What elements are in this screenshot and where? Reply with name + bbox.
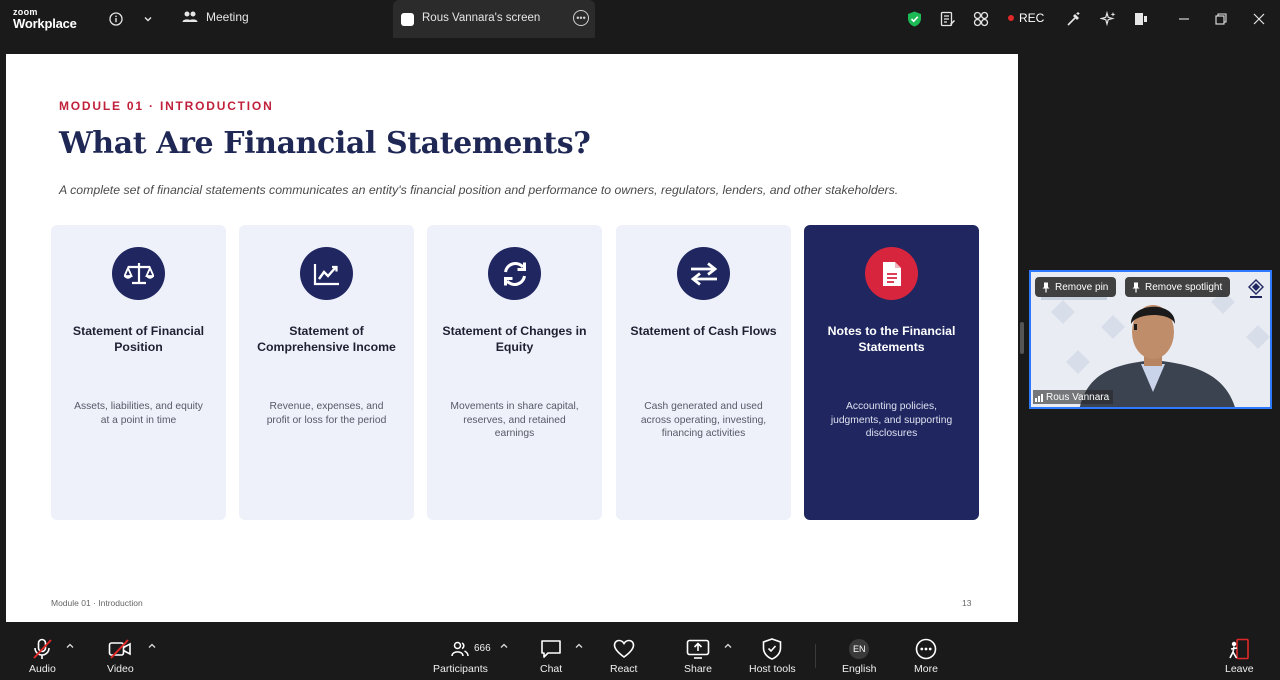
- shield-icon: [762, 637, 782, 661]
- language-badge: EN: [849, 639, 870, 659]
- share-options-caret-icon[interactable]: [724, 642, 732, 650]
- logo-large-text: Workplace: [13, 16, 77, 31]
- camera-off-icon: [108, 637, 132, 661]
- participants-options-caret-icon[interactable]: [500, 642, 508, 650]
- leave-icon: [1228, 637, 1250, 661]
- card-changes-in-equity: Statement of Changes in Equity Movements…: [427, 225, 602, 520]
- card-notes: Notes to the Financial Statements Accoun…: [804, 225, 979, 520]
- close-icon[interactable]: [1249, 9, 1269, 29]
- share-button[interactable]: Share: [684, 637, 712, 675]
- audio-label: Audio: [29, 663, 56, 675]
- annotate-icon[interactable]: [1064, 9, 1084, 29]
- audio-options-caret-icon[interactable]: [66, 642, 74, 650]
- card-title: Statement of Financial Position: [72, 324, 205, 354]
- refresh-icon: [488, 247, 541, 300]
- more-button[interactable]: More: [914, 637, 938, 675]
- video-label: Video: [107, 663, 134, 675]
- chat-label: Chat: [540, 663, 563, 675]
- share-screen-icon: [686, 637, 710, 661]
- more-icon: [915, 637, 937, 661]
- minimize-icon[interactable]: [1174, 9, 1194, 29]
- participants-label: Participants: [433, 663, 488, 675]
- chat-bubble-icon: [540, 637, 562, 661]
- card-title: Notes to the Financial Statements: [827, 324, 956, 354]
- language-label: English: [842, 663, 877, 675]
- remove-pin-button[interactable]: Remove pin: [1035, 277, 1117, 297]
- screen-tab-icon: [401, 13, 414, 26]
- chevron-down-icon[interactable]: [138, 9, 158, 29]
- card-description: Revenue, expenses, and profit or loss fo…: [266, 401, 387, 426]
- document-icon: [865, 247, 918, 300]
- card-financial-position: Statement of Financial Position Assets, …: [51, 225, 226, 520]
- zoom-workplace-logo: zoom Workplace: [13, 8, 77, 31]
- side-panel-icon[interactable]: [1131, 9, 1151, 29]
- recording-indicator[interactable]: REC: [1008, 11, 1044, 25]
- pin-icon: [1042, 282, 1050, 292]
- video-button[interactable]: Video: [107, 637, 134, 675]
- video-options-caret-icon[interactable]: [148, 642, 156, 650]
- screen-tab-label: Rous Vannara's screen: [422, 12, 541, 24]
- leave-button[interactable]: Leave: [1225, 637, 1254, 675]
- language-button[interactable]: EN English: [842, 637, 876, 675]
- card-description: Cash generated and used across operating…: [640, 401, 767, 440]
- shield-icon[interactable]: [904, 9, 924, 29]
- share-label: Share: [684, 663, 713, 675]
- exchange-arrows-icon: [677, 247, 730, 300]
- chat-button[interactable]: Chat: [540, 637, 562, 675]
- panel-resize-handle[interactable]: [1020, 322, 1024, 354]
- react-label: React: [610, 663, 638, 675]
- meeting-menu[interactable]: Meeting: [182, 10, 249, 24]
- scale-icon: [112, 247, 165, 300]
- host-tools-button[interactable]: Host tools: [749, 637, 796, 675]
- trend-chart-icon: [300, 247, 353, 300]
- audio-button[interactable]: Audio: [29, 637, 56, 675]
- remove-spotlight-label: Remove spotlight: [1145, 281, 1223, 293]
- card-description: Accounting policies, judgments, and supp…: [830, 401, 953, 440]
- toolbar-divider: [815, 644, 816, 668]
- rec-label: REC: [1019, 11, 1045, 25]
- host-tools-label: Host tools: [749, 663, 796, 675]
- chat-options-caret-icon[interactable]: [575, 642, 583, 650]
- language-badge-wrap: EN: [849, 637, 870, 661]
- more-label: More: [914, 663, 938, 675]
- record-dot-icon: [1008, 15, 1014, 21]
- more-options-icon[interactable]: •••: [573, 10, 589, 26]
- card-description: Movements in share capital, reserves, an…: [450, 401, 579, 440]
- participant-video-tile[interactable]: Remove pin Remove spotlight Rous Vannara: [1029, 270, 1272, 409]
- spotlight-icon: [1132, 282, 1140, 292]
- ai-companion-icon[interactable]: [1098, 9, 1118, 29]
- slide-kicker: MODULE 01 · INTRODUCTION: [59, 99, 274, 113]
- shared-slide: MODULE 01 · INTRODUCTION What Are Financ…: [6, 54, 1018, 622]
- screen-share-tab[interactable]: Rous Vannara's screen •••: [393, 0, 595, 38]
- remove-spotlight-button[interactable]: Remove spotlight: [1125, 277, 1231, 297]
- participant-name-tag: Rous Vannara: [1033, 390, 1114, 404]
- meeting-controls: Audio Video Participants 666 Chat React …: [0, 630, 1280, 680]
- card-title: Statement of Cash Flows: [630, 324, 777, 338]
- card-comprehensive-income: Statement of Comprehensive Income Revenu…: [239, 225, 414, 520]
- card-title: Statement of Changes in Equity: [442, 324, 587, 354]
- remove-pin-label: Remove pin: [1055, 281, 1109, 293]
- signal-strength-icon: [1035, 393, 1043, 402]
- apps-icon[interactable]: [971, 9, 991, 29]
- heart-icon: [613, 637, 635, 661]
- slide-subtitle: A complete set of financial statements c…: [59, 183, 899, 197]
- participant-name: Rous Vannara: [1046, 391, 1110, 403]
- document-pen-icon[interactable]: [938, 9, 958, 29]
- participants-count: 666: [474, 643, 491, 654]
- card-cash-flows: Statement of Cash Flows Cash generated a…: [616, 225, 791, 520]
- restore-icon[interactable]: [1211, 9, 1231, 29]
- zoom-window: zoom Workplace Meeting Rous Vannara's sc…: [0, 0, 1280, 680]
- microphone-muted-icon: [31, 637, 53, 661]
- card-title: Statement of Comprehensive Income: [257, 324, 396, 354]
- leave-label: Leave: [1225, 663, 1254, 675]
- react-button[interactable]: React: [610, 637, 637, 675]
- card-description: Assets, liabilities, and equity at a poi…: [74, 401, 203, 426]
- slide-page-number: 13: [962, 598, 972, 608]
- meeting-label: Meeting: [206, 10, 249, 24]
- slide-title: What Are Financial Statements?: [59, 126, 591, 161]
- info-icon[interactable]: [106, 9, 126, 29]
- participants-icon: [182, 11, 198, 22]
- slide-footer-label: Module 01 · Introduction: [51, 598, 143, 608]
- top-bar: zoom Workplace Meeting Rous Vannara's sc…: [0, 0, 1280, 38]
